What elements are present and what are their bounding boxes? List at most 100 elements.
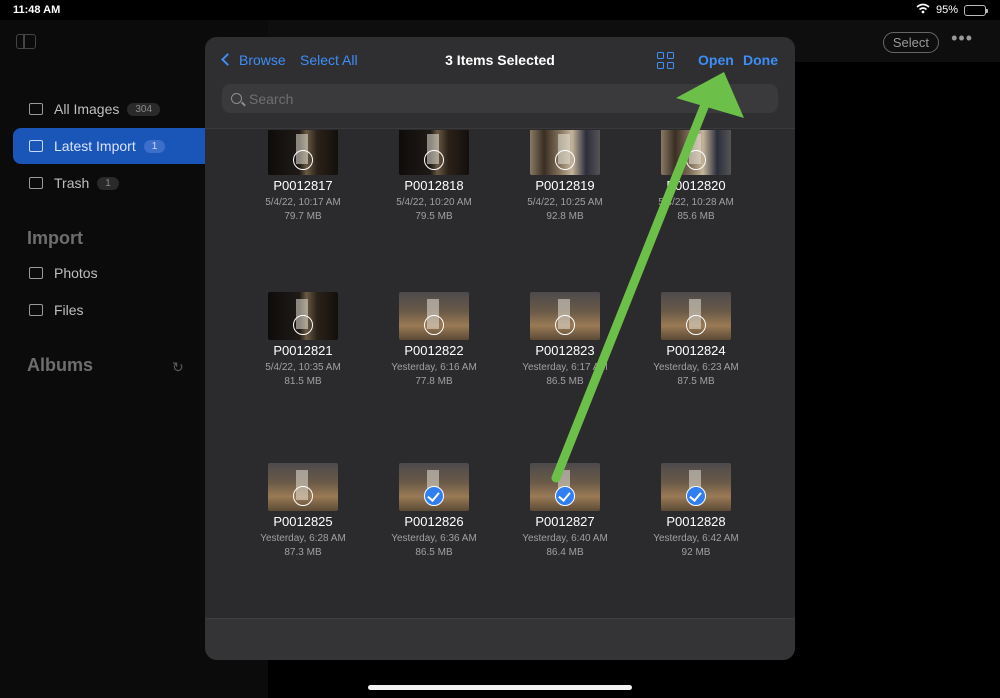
- search-icon: [231, 93, 242, 104]
- sidebar-item-files[interactable]: Files: [13, 292, 213, 328]
- file-tile[interactable]: P0012819 5/4/22, 10:25 AM 92.8 MB: [510, 130, 620, 222]
- sidebar-item-latest-import[interactable]: Latest Import 1: [13, 128, 213, 164]
- home-indicator[interactable]: [368, 685, 632, 690]
- thumbnail[interactable]: [530, 463, 600, 511]
- file-size: 92 MB: [681, 547, 711, 558]
- sidebar-item-label: Latest Import: [54, 138, 136, 154]
- browse-back-button[interactable]: Browse: [221, 52, 286, 68]
- file-tile[interactable]: P0012821 5/4/22, 10:35 AM 81.5 MB: [248, 292, 358, 387]
- thumbnail[interactable]: [661, 463, 731, 511]
- open-button[interactable]: Open: [698, 52, 734, 68]
- file-size: 79.5 MB: [415, 211, 453, 222]
- selection-circle[interactable]: [424, 315, 444, 335]
- count-badge: 1: [97, 176, 119, 190]
- file-date: Yesterday, 6:36 AM: [391, 533, 477, 544]
- battery-icon: [964, 4, 988, 16]
- file-date: 5/4/22, 10:20 AM: [396, 197, 472, 208]
- file-size: 87.3 MB: [284, 547, 322, 558]
- checkmark-icon[interactable]: [424, 486, 444, 506]
- selection-circle[interactable]: [424, 150, 444, 170]
- sidebar-toggle-icon[interactable]: [16, 34, 36, 49]
- file-picker-dialog: Browse Select All 3 Items Selected Open …: [205, 37, 795, 660]
- select-all-button[interactable]: Select All: [300, 52, 358, 68]
- file-date: Yesterday, 6:28 AM: [260, 533, 346, 544]
- thumbnail[interactable]: [530, 292, 600, 340]
- file-name: P0012823: [535, 343, 595, 358]
- file-name: P0012818: [404, 178, 464, 193]
- file-date: 5/4/22, 10:25 AM: [527, 197, 603, 208]
- sidebar-item-photos[interactable]: Photos: [13, 255, 213, 291]
- selection-circle[interactable]: [555, 150, 575, 170]
- trash-icon: [29, 177, 43, 189]
- battery-percent: 95%: [935, 4, 958, 16]
- done-button[interactable]: Done: [743, 52, 778, 68]
- file-tile[interactable]: P0012820 5/4/22, 10:28 AM 85.6 MB: [641, 130, 751, 222]
- selection-circle[interactable]: [293, 150, 313, 170]
- search-bar: [222, 84, 778, 113]
- grid-view-icon[interactable]: [657, 52, 674, 69]
- search-input[interactable]: [249, 90, 749, 107]
- selection-circle[interactable]: [686, 150, 706, 170]
- file-size: 81.5 MB: [284, 376, 322, 387]
- checkmark-icon[interactable]: [686, 486, 706, 506]
- thumbnail[interactable]: [268, 130, 338, 175]
- file-size: 77.8 MB: [415, 376, 453, 387]
- file-tile[interactable]: P0012823 Yesterday, 6:17 AM 86.5 MB: [510, 292, 620, 387]
- thumbnail[interactable]: [399, 292, 469, 340]
- file-size: 85.6 MB: [677, 211, 715, 222]
- file-tile[interactable]: P0012817 5/4/22, 10:17 AM 79.7 MB: [248, 130, 358, 222]
- file-name: P0012822: [404, 343, 464, 358]
- selection-circle[interactable]: [686, 315, 706, 335]
- file-date: Yesterday, 6:23 AM: [653, 362, 739, 373]
- chevron-left-icon: [221, 53, 234, 66]
- browse-label: Browse: [239, 52, 286, 68]
- file-date: Yesterday, 6:16 AM: [391, 362, 477, 373]
- wifi-icon: [916, 3, 930, 17]
- file-name: P0012827: [535, 514, 595, 529]
- file-tile[interactable]: P0012818 5/4/22, 10:20 AM 79.5 MB: [379, 130, 489, 222]
- sidebar-item-label: Files: [54, 302, 84, 318]
- thumbnail[interactable]: [399, 463, 469, 511]
- file-tile[interactable]: P0012822 Yesterday, 6:16 AM 77.8 MB: [379, 292, 489, 387]
- selection-circle[interactable]: [293, 315, 313, 335]
- thumbnail[interactable]: [661, 130, 731, 175]
- files-icon: [29, 304, 43, 316]
- status-indicators: 95%: [916, 3, 988, 17]
- file-name: P0012826: [404, 514, 464, 529]
- file-date: 5/4/22, 10:28 AM: [658, 197, 734, 208]
- selection-circle[interactable]: [293, 486, 313, 506]
- file-name: P0012820: [666, 178, 726, 193]
- selection-circle[interactable]: [555, 315, 575, 335]
- file-size: 92.8 MB: [546, 211, 584, 222]
- select-button[interactable]: Select: [882, 32, 939, 53]
- sidebar-item-trash[interactable]: Trash 1: [13, 165, 213, 201]
- file-tile-selected[interactable]: P0012828 Yesterday, 6:42 AM 92 MB: [641, 463, 751, 558]
- checkmark-icon[interactable]: [555, 486, 575, 506]
- file-name: P0012824: [666, 343, 726, 358]
- thumbnail[interactable]: [268, 463, 338, 511]
- thumbnail[interactable]: [399, 130, 469, 175]
- count-badge: 1: [143, 139, 166, 153]
- file-size: 87.5 MB: [677, 376, 715, 387]
- thumbnail[interactable]: [530, 130, 600, 175]
- file-tile[interactable]: P0012824 Yesterday, 6:23 AM 87.5 MB: [641, 292, 751, 387]
- thumbnail[interactable]: [268, 292, 338, 340]
- sidebar-item-label: Trash: [54, 175, 90, 191]
- file-date: Yesterday, 6:17 AM: [522, 362, 608, 373]
- dialog-footer: [205, 618, 795, 660]
- section-title-albums: Albums: [27, 355, 94, 375]
- status-time: 11:48 AM: [13, 4, 61, 16]
- count-badge: 304: [127, 102, 161, 116]
- file-tile-selected[interactable]: P0012826 Yesterday, 6:36 AM 86.5 MB: [379, 463, 489, 558]
- file-size: 86.5 MB: [546, 376, 584, 387]
- file-grid: P0012817 5/4/22, 10:17 AM 79.7 MB P00128…: [205, 130, 795, 618]
- refresh-icon[interactable]: ↻: [172, 359, 184, 376]
- section-title-import: Import: [27, 228, 83, 248]
- more-icon[interactable]: •••: [951, 28, 973, 49]
- sidebar-item-all-images[interactable]: All Images 304: [13, 91, 213, 127]
- file-tile-selected[interactable]: P0012827 Yesterday, 6:40 AM 86.4 MB: [510, 463, 620, 558]
- thumbnail[interactable]: [661, 292, 731, 340]
- file-size: 86.4 MB: [546, 547, 584, 558]
- file-tile[interactable]: P0012825 Yesterday, 6:28 AM 87.3 MB: [248, 463, 358, 558]
- file-name: P0012828: [666, 514, 726, 529]
